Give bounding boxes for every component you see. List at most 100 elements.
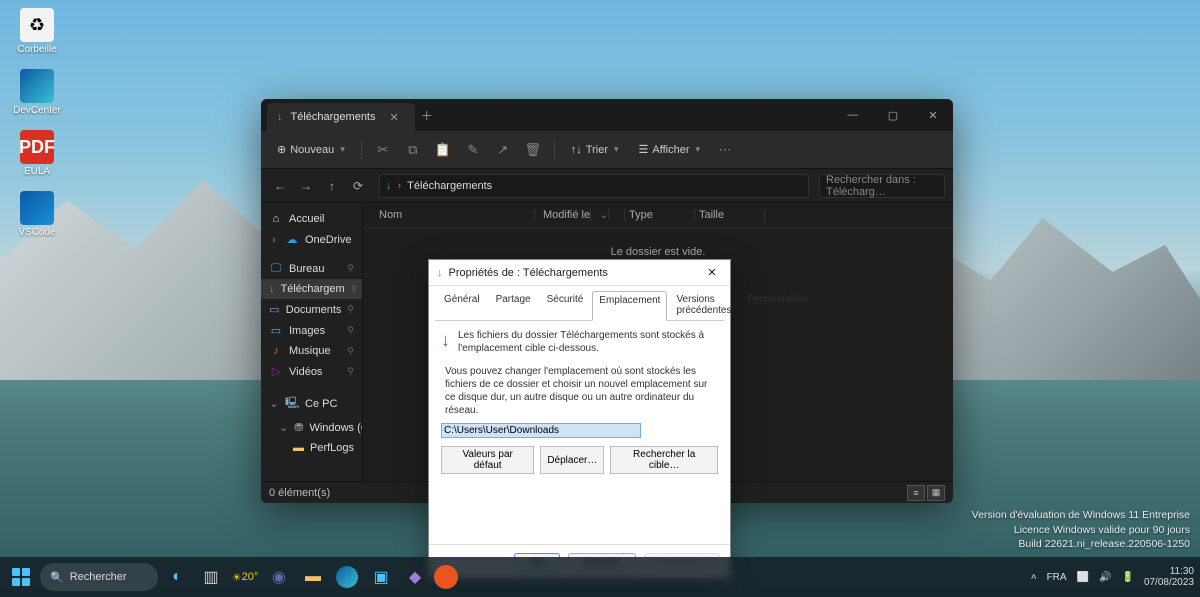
tab-security[interactable]: Sécurité <box>540 290 591 320</box>
chevron-down-icon: ⌄ <box>269 397 279 410</box>
maximize-button[interactable]: ▢ <box>873 99 913 131</box>
start-button[interactable] <box>6 562 36 592</box>
home-icon: ⌂ <box>269 213 283 225</box>
view-icon: ☰ <box>639 143 649 156</box>
sidebar-item-videos[interactable]: ▷ Vidéos ⚲ <box>261 361 362 382</box>
location-path-input[interactable] <box>441 423 641 438</box>
location-description-2: Vous pouvez changer l'emplacement où son… <box>445 365 718 417</box>
item-count: 0 élément(s) <box>269 487 330 499</box>
store-app[interactable]: ▣ <box>366 562 396 592</box>
desktop-icon-eula[interactable]: PDF EULA <box>8 130 66 177</box>
location-description-1: Les fichiers du dossier Téléchargements … <box>458 329 718 355</box>
weather-widget[interactable]: ☀ 20° <box>230 562 260 592</box>
network-icon[interactable]: ⬜ <box>1077 572 1089 583</box>
tab-previous-versions[interactable]: Versions précédentes <box>669 290 738 320</box>
restore-defaults-button[interactable]: Valeurs par défaut <box>441 446 534 474</box>
tab-general[interactable]: Général <box>437 290 487 320</box>
documents-icon: ▭ <box>269 303 280 316</box>
language-indicator[interactable]: FRA <box>1047 572 1067 583</box>
paste-button[interactable]: 📋 <box>430 137 456 163</box>
explorer-tab-downloads[interactable]: ↓ Téléchargements ✕ <box>267 103 415 131</box>
explorer-sidebar: ⌂ Accueil › ☁ OneDrive 🖵 Bureau ⚲ ↓ Télé… <box>261 203 363 481</box>
recycle-bin-icon: ♻ <box>20 8 54 42</box>
details-view-button[interactable]: ≡ <box>907 485 925 501</box>
desktop-icon-devcenter[interactable]: DevCenter <box>8 69 66 116</box>
copy-button[interactable]: ⧉ <box>400 137 426 163</box>
col-type[interactable]: Type <box>625 209 695 221</box>
back-button[interactable]: ← <box>269 179 291 193</box>
share-button[interactable]: ↗ <box>490 137 516 163</box>
address-text: Téléchargements <box>407 180 492 192</box>
search-input[interactable]: Rechercher dans : Télécharg… <box>819 174 945 198</box>
col-name[interactable]: Nom <box>375 209 535 221</box>
visual-studio-app[interactable]: ◆ <box>400 562 430 592</box>
icon-label: DevCenter <box>13 105 61 116</box>
vscode-icon <box>20 191 54 225</box>
desktop-icon-recycle-bin[interactable]: ♻ Corbeille <box>8 8 66 55</box>
find-target-button[interactable]: Rechercher la cible… <box>610 446 718 474</box>
sidebar-item-music[interactable]: ♪ Musique ⚲ <box>261 341 362 361</box>
sidebar-item-perflogs[interactable]: ▬ PerfLogs <box>261 438 362 458</box>
downloads-icon: ↓ <box>437 267 443 279</box>
sidebar-item-onedrive[interactable]: › ☁ OneDrive <box>261 229 362 250</box>
tab-close-button[interactable]: ✕ <box>384 111 405 124</box>
minimize-button[interactable]: — <box>833 99 873 131</box>
plus-circle-icon: ⊕ <box>277 143 286 156</box>
tab-customize[interactable]: Personnaliser <box>740 290 815 320</box>
sidebar-item-documents[interactable]: ▭ Documents ⚲ <box>261 299 362 320</box>
taskbar-search[interactable]: 🔍 Rechercher <box>40 563 158 591</box>
refresh-button[interactable]: ⟳ <box>347 179 369 193</box>
tab-location[interactable]: Emplacement <box>592 291 667 321</box>
col-size[interactable]: Taille <box>695 209 765 221</box>
folder-icon: ▬ <box>293 442 304 454</box>
sort-button[interactable]: ↑↓ Trier ▾ <box>563 140 627 160</box>
dialog-title: Propriétés de : Téléchargements <box>449 267 608 279</box>
teams-app[interactable]: ◉ <box>264 562 294 592</box>
delete-button[interactable]: 🗑 <box>520 137 546 163</box>
taskbar-clock[interactable]: 11:30 07/08/2023 <box>1144 566 1194 588</box>
address-bar[interactable]: ↓ › Téléchargements <box>379 174 809 198</box>
edge-app[interactable] <box>332 562 362 592</box>
icon-label: VSCode <box>18 227 55 238</box>
ubuntu-app[interactable] <box>434 565 458 589</box>
volume-icon[interactable]: 🔊 <box>1099 572 1111 583</box>
downloads-icon: ↓ <box>277 111 283 123</box>
chevron-right-icon: › <box>269 234 279 246</box>
sidebar-item-thispc[interactable]: ⌄ 🖳 Ce PC <box>261 390 362 417</box>
pin-icon: ⚲ <box>347 346 354 357</box>
up-button[interactable]: ↑ <box>321 179 343 193</box>
file-explorer-app[interactable]: ▬ <box>298 562 328 592</box>
view-button[interactable]: ☰ Afficher ▾ <box>631 139 709 160</box>
forward-button[interactable]: → <box>295 179 317 193</box>
pin-icon: ⚲ <box>351 284 358 295</box>
explorer-tab-bar: ↓ Téléchargements ✕ ＋ — ▢ ✕ <box>261 99 953 131</box>
sidebar-item-downloads[interactable]: ↓ Téléchargem ⚲ <box>261 279 362 299</box>
col-modified[interactable]: Modifié le ⌄ <box>535 209 625 221</box>
tab-share[interactable]: Partage <box>489 290 538 320</box>
new-tab-button[interactable]: ＋ <box>415 107 439 124</box>
new-button[interactable]: ⊕ Nouveau ▾ <box>269 139 353 160</box>
close-button[interactable]: ✕ <box>913 99 953 131</box>
tray-chevron-up-icon[interactable]: ˄ <box>1031 572 1037 583</box>
desktop-icon: 🖵 <box>269 262 283 275</box>
downloads-icon: ↓ <box>441 330 450 351</box>
copilot-button[interactable]: ◐ <box>162 562 192 592</box>
move-button[interactable]: Déplacer… <box>540 446 604 474</box>
chevron-down-icon: ⌄ <box>279 421 288 434</box>
close-button[interactable]: ✕ <box>702 266 722 279</box>
downloads-icon: ↓ <box>386 180 392 192</box>
sidebar-item-desktop[interactable]: 🖵 Bureau ⚲ <box>261 258 362 279</box>
icons-view-button[interactable]: ▦ <box>927 485 945 501</box>
sidebar-item-drive-c[interactable]: ⌄ ⛃ Windows (C:) <box>261 417 362 438</box>
sidebar-item-pictures[interactable]: ▭ Images ⚲ <box>261 320 362 341</box>
onedrive-icon: ☁ <box>285 233 299 246</box>
more-button[interactable]: ⋯ <box>712 137 738 163</box>
desktop-icon-vscode[interactable]: VSCode <box>8 191 66 238</box>
battery-icon[interactable]: 🔋 <box>1121 572 1133 583</box>
sidebar-item-home[interactable]: ⌂ Accueil <box>261 209 362 229</box>
cut-button[interactable]: ✂ <box>370 137 396 163</box>
task-view-button[interactable]: ▥ <box>196 562 226 592</box>
rename-button[interactable]: ✎ <box>460 137 486 163</box>
icon-label: EULA <box>24 166 50 177</box>
sort-icon: ↑↓ <box>571 144 582 156</box>
